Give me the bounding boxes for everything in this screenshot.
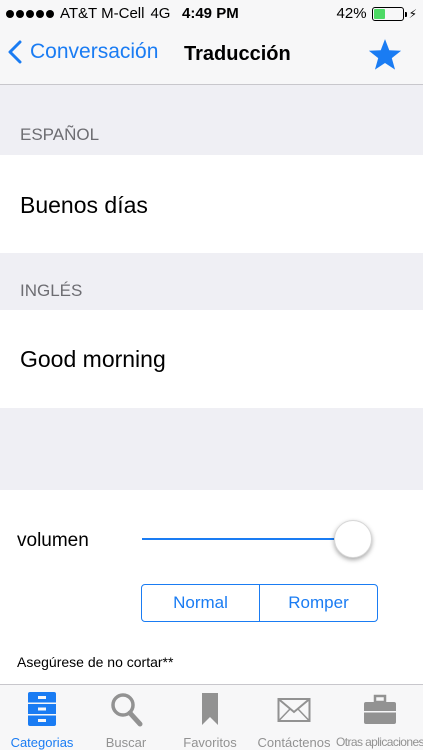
briefcase-icon	[363, 694, 396, 724]
tab-buscar[interactable]: Buscar	[84, 685, 168, 750]
search-icon	[111, 693, 143, 727]
back-button[interactable]: Conversación	[8, 40, 158, 64]
tab-categorias[interactable]: Categorias	[0, 685, 84, 750]
tab-label: Otras aplicaciones	[336, 735, 423, 749]
playback-controls-panel: volumen Normal Romper Asegúrese de no co…	[0, 490, 423, 684]
charging-icon: ⚡	[408, 6, 417, 21]
chevron-left-icon	[8, 40, 22, 64]
segment-romper[interactable]: Romper	[259, 585, 377, 621]
speed-segmented-control: Normal Romper	[141, 584, 378, 622]
status-left: AT&T M-Cell 4G	[6, 5, 170, 22]
carrier-name: AT&T M-Cell	[60, 5, 145, 22]
cutoff-note: Asegúrese de no cortar**	[17, 654, 174, 670]
segment-normal[interactable]: Normal	[142, 585, 259, 621]
network-type: 4G	[150, 5, 171, 22]
bookmark-icon	[202, 693, 218, 725]
status-right: 42% ⚡	[337, 5, 417, 22]
battery-icon	[371, 6, 407, 21]
mail-icon	[277, 698, 311, 722]
english-text-cell: Good morning	[0, 310, 423, 408]
star-icon	[368, 39, 402, 70]
status-bar: AT&T M-Cell 4G 4:49 PM 42% ⚡	[0, 0, 423, 28]
volume-slider-thumb[interactable]	[334, 520, 372, 558]
page-title: Traducción	[184, 43, 291, 65]
english-text: Good morning	[20, 346, 166, 372]
screen: AT&T M-Cell 4G 4:49 PM 42% ⚡ Conversació…	[0, 0, 423, 750]
tab-contactenos[interactable]: Contáctenos	[252, 685, 336, 750]
volume-slider-track[interactable]	[142, 538, 354, 540]
tab-bar: Categorias Buscar Favoritos Contáctenos	[0, 684, 423, 750]
favorite-star-button[interactable]	[367, 38, 403, 77]
tab-otras-aplicaciones[interactable]: Otras aplicaciones	[336, 685, 423, 750]
english-section-header: INGLÉS	[20, 281, 83, 300]
tab-favoritos[interactable]: Favoritos	[168, 685, 252, 750]
tab-label: Favoritos	[183, 735, 237, 750]
spanish-text: Buenos días	[20, 192, 148, 218]
categories-icon	[28, 692, 56, 726]
signal-strength-icon	[6, 9, 54, 18]
navigation-bar: Conversación Traducción	[0, 28, 423, 85]
tab-label: Categorias	[10, 735, 74, 750]
status-time: 4:49 PM	[182, 5, 239, 22]
battery-percent: 42%	[336, 5, 367, 22]
spanish-text-cell: Buenos días	[0, 155, 423, 253]
tab-label: Buscar	[105, 735, 147, 750]
spanish-section-header: ESPAÑOL	[20, 125, 100, 144]
back-button-label: Conversación	[30, 40, 159, 63]
tab-label: Contáctenos	[257, 735, 331, 750]
volume-label: volumen	[17, 530, 89, 551]
